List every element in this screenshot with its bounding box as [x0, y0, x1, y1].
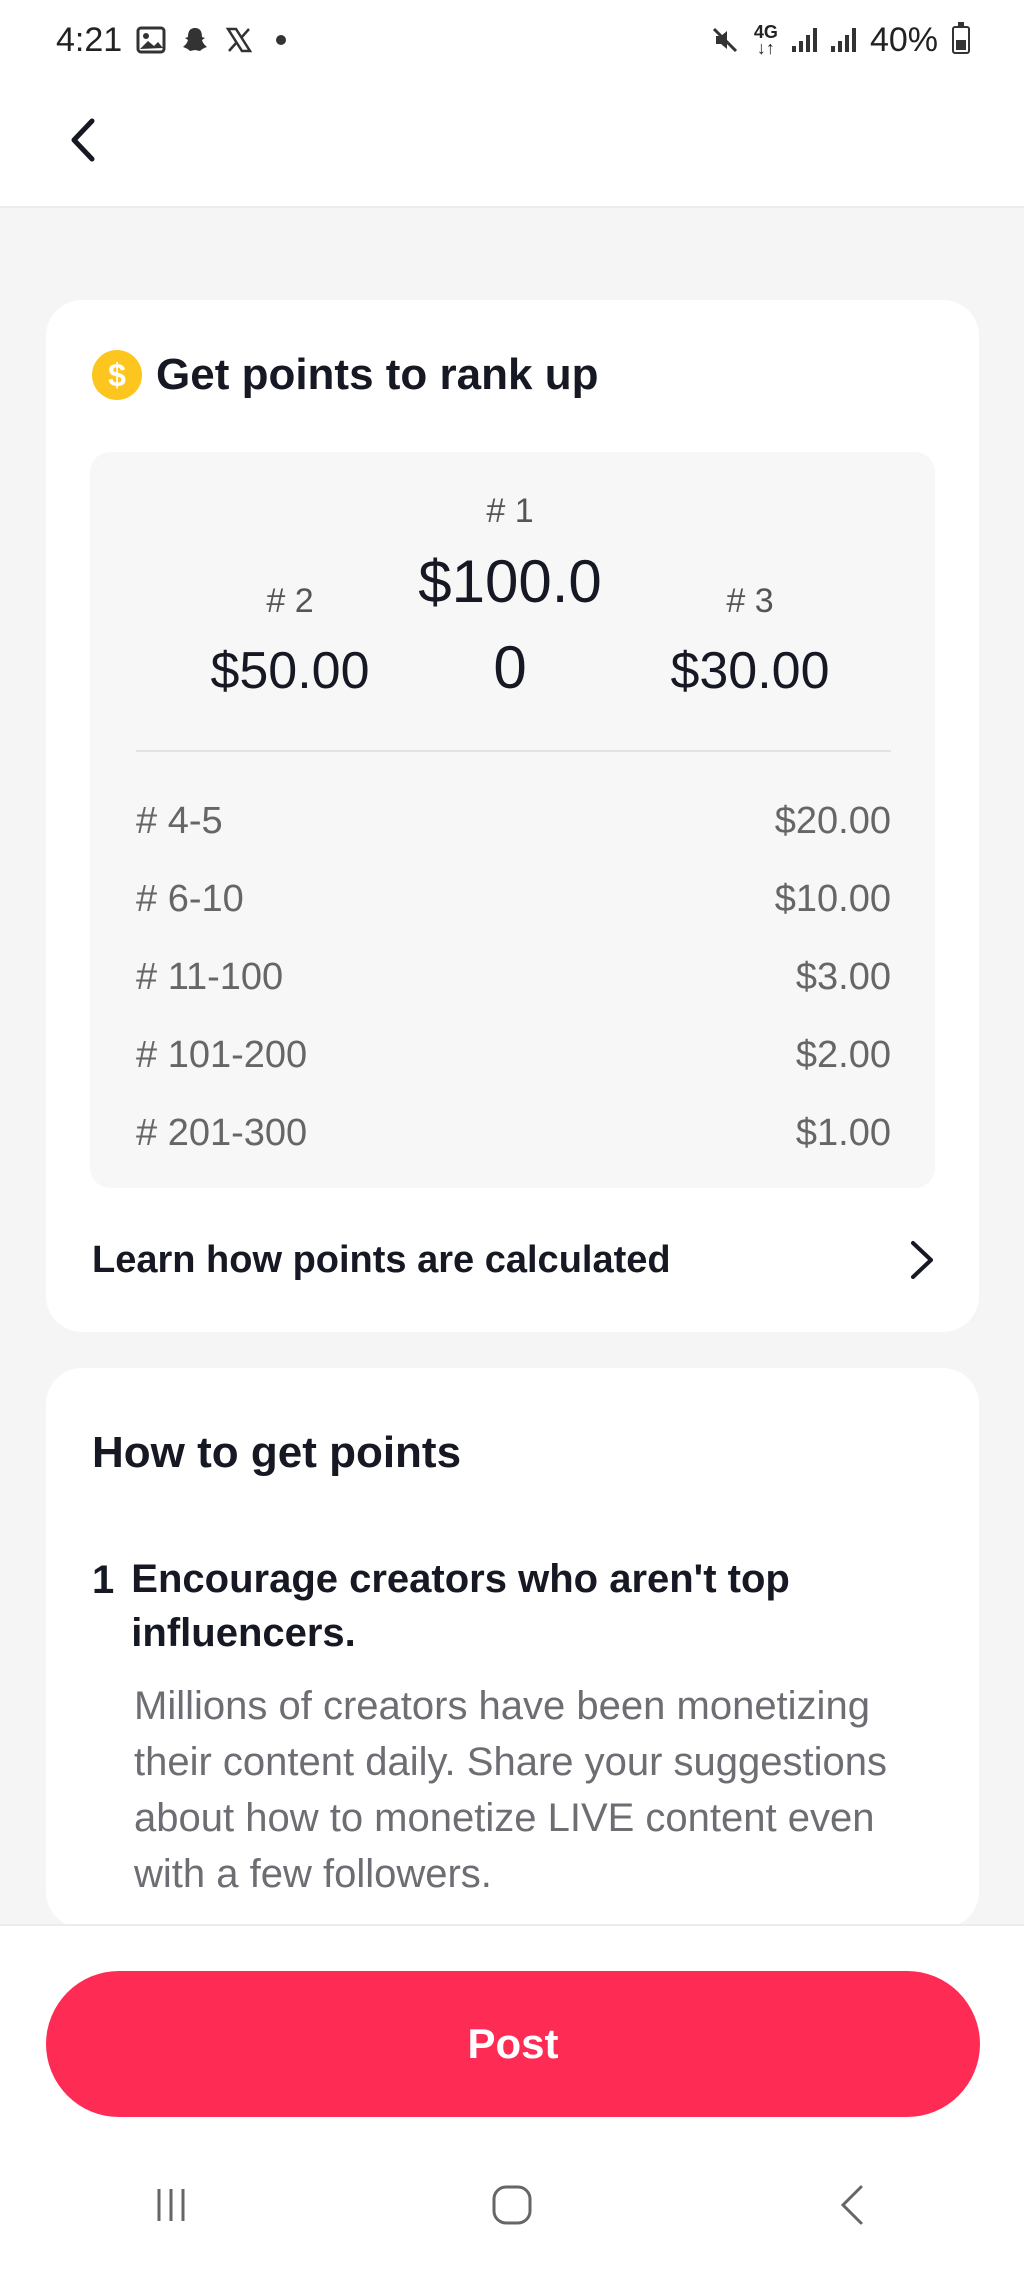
divider [136, 750, 891, 752]
status-left: 4:21 [56, 20, 287, 60]
home-button[interactable] [472, 2165, 552, 2245]
tier-value: $1.00 [795, 1111, 891, 1154]
recent-apps-icon [157, 2189, 185, 2221]
podium-value: $100.00 [418, 548, 602, 701]
tier-value: $10.00 [774, 877, 891, 920]
chevron-right-icon [911, 1241, 933, 1279]
signal-2-icon [830, 28, 856, 52]
battery-percent: 40% [869, 20, 938, 59]
tier-row: # 201-300 $1.00 [136, 1094, 891, 1172]
podium-second: # 2 $50.00 [185, 582, 395, 701]
tier-value: $2.00 [795, 1033, 891, 1076]
podium: # 2 $50.00 # 1 $100.00 # 3 $30.00 [90, 452, 935, 752]
podium-value: $30.00 [670, 642, 830, 700]
tier-rank: # 201-300 [136, 1111, 308, 1154]
podium-value: $50.00 [210, 642, 370, 700]
tier-value: $3.00 [795, 955, 891, 998]
learn-points-label: Learn how points are calculated [92, 1238, 671, 1281]
podium-rank: # 2 [266, 582, 314, 620]
header [0, 80, 1024, 208]
chevron-left-icon [71, 118, 95, 162]
system-nav-bar [0, 2134, 1024, 2276]
how-card-title: How to get points [92, 1428, 462, 1477]
podium-first: # 1 $100.00 [410, 492, 610, 711]
how-to-get-points-card: How to get points 1 Encourage creators w… [46, 1368, 979, 1928]
coin-icon: $ [92, 350, 142, 400]
rank-card: $ Get points to rank up # 2 $50.00 # 1 $… [46, 300, 979, 1332]
recent-apps-button[interactable] [131, 2165, 211, 2245]
podium-rank: # 3 [726, 582, 774, 620]
mute-icon [710, 25, 740, 55]
home-icon [492, 2185, 532, 2225]
tier-rank: # 4-5 [136, 799, 223, 842]
network-label: 4G [753, 22, 778, 42]
learn-points-link[interactable]: Learn how points are calculated [92, 1220, 937, 1300]
tier-rank: # 11-100 [136, 955, 284, 998]
podium-third: # 3 $30.00 [645, 582, 855, 701]
tier-list: # 4-5 $20.00 # 6-10 $10.00 # 11-100 $3.0… [136, 782, 891, 1172]
status-right: 4G ↓↑ 40% [710, 21, 970, 60]
tier-value: $20.00 [774, 799, 891, 842]
snapchat-icon [180, 25, 210, 55]
tier-row: # 6-10 $10.00 [136, 860, 891, 938]
tier-row: # 11-100 $3.00 [136, 938, 891, 1016]
bottom-action-bar: Post [0, 1924, 1024, 2134]
tier-rank: # 101-200 [136, 1033, 308, 1076]
status-time: 4:21 [56, 20, 123, 59]
rank-card-header: $ Get points to rank up [92, 350, 598, 400]
step-number: 1 [92, 1558, 115, 1602]
podium-rank: # 1 [486, 492, 534, 530]
tier-row: # 101-200 $2.00 [136, 1016, 891, 1094]
tier-row: # 4-5 $20.00 [136, 782, 891, 860]
rank-rewards-box: # 2 $50.00 # 1 $100.00 # 3 $30.00 # 4-5 … [90, 452, 935, 1188]
battery-icon [952, 22, 970, 54]
gallery-icon [136, 25, 166, 55]
tier-rank: # 6-10 [136, 877, 244, 920]
back-button[interactable] [52, 110, 112, 170]
system-back-button[interactable] [813, 2165, 893, 2245]
notification-dot-icon [276, 35, 287, 45]
back-arrow-icon [841, 2185, 863, 2225]
post-button[interactable]: Post [46, 1971, 980, 2117]
status-bar: 4:21 4G ↓↑ 40% [0, 0, 1024, 80]
rank-card-title: Get points to rank up [156, 350, 599, 399]
step-description: Millions of creators have been monetizin… [134, 1684, 888, 1896]
signal-icon [791, 28, 817, 52]
x-icon [224, 25, 254, 55]
step-header: 1 Encourage creators who aren't top infl… [92, 1557, 932, 1660]
step-item: 1 Encourage creators who aren't top infl… [92, 1557, 932, 1902]
network-type: 4G ↓↑ [753, 22, 778, 58]
step-title: Encourage creators who aren't top influe… [131, 1557, 790, 1655]
